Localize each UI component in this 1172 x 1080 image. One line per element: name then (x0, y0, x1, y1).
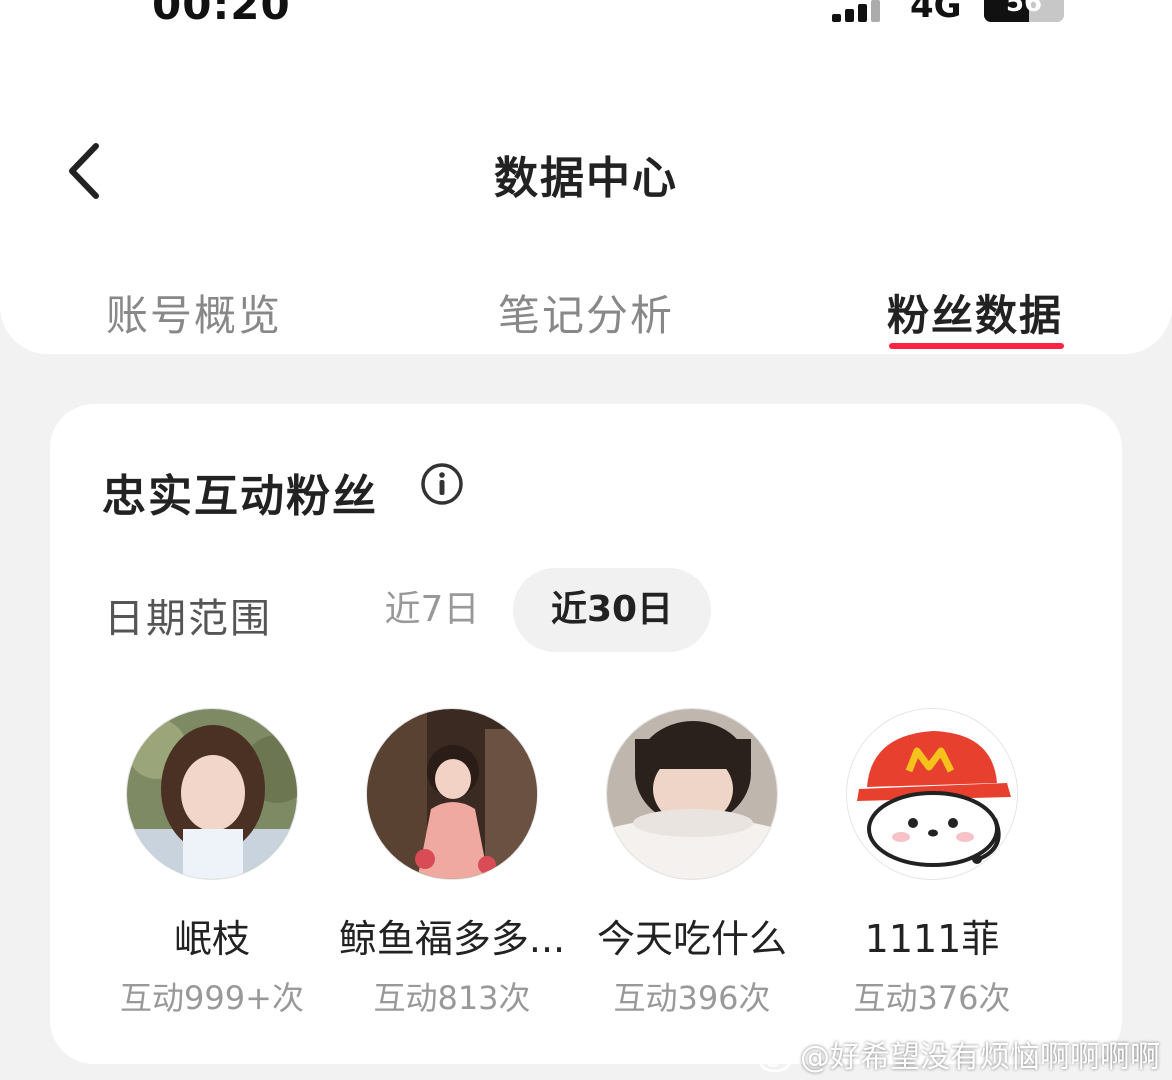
loyal-fans-card: 忠实互动粉丝 日期范围 近7日 近30日 岷枝 互动999+次 鲸鱼福多多...… (50, 404, 1122, 1064)
status-bar: 00:20 4G 56 (0, 0, 1172, 40)
fan-name: 1111菲 (864, 917, 1000, 961)
tab-fan-data[interactable]: 粉丝数据 (887, 282, 1063, 343)
fan-name: 岷枝 (173, 917, 250, 961)
fan-item[interactable]: 岷枝 互动999+次 (92, 708, 332, 1019)
fan-item[interactable]: 1111菲 互动376次 (812, 708, 1052, 1019)
network-type: 4G (910, 0, 962, 26)
tab-account-overview[interactable]: 账号概览 (106, 282, 282, 343)
battery-level: 56 (1005, 0, 1043, 18)
section-title: 忠实互动粉丝 (102, 471, 378, 522)
header-card: 数据中心 账号概览 笔记分析 粉丝数据 (0, 40, 1172, 354)
battery-icon: 56 (984, 0, 1064, 22)
watermark: @好希望没有烦恼啊啊啊啊 (758, 1032, 1160, 1076)
tab-note-analysis[interactable]: 笔记分析 (498, 282, 674, 343)
status-time: 00:20 (152, 0, 291, 29)
avatar[interactable] (606, 708, 778, 880)
avatar[interactable] (366, 708, 538, 880)
avatar[interactable] (846, 708, 1018, 880)
fan-item[interactable]: 鲸鱼福多多... 互动813次 (332, 708, 572, 1019)
info-icon[interactable] (420, 462, 464, 506)
fan-name: 鲸鱼福多多... (338, 917, 566, 961)
active-tab-indicator (889, 343, 1064, 349)
watermark-text: @好希望没有烦恼啊啊啊啊 (800, 1040, 1160, 1075)
page-title: 数据中心 (494, 153, 678, 204)
date-range-label: 日期范围 (104, 596, 272, 642)
fan-interaction-count: 互动396次 (613, 979, 771, 1017)
weibo-logo-icon (758, 1045, 794, 1073)
avatar[interactable] (126, 708, 298, 880)
fan-interaction-count: 互动376次 (853, 979, 1011, 1017)
fan-interaction-count: 互动813次 (373, 979, 531, 1017)
fan-item[interactable]: 今天吃什么 互动396次 (572, 708, 812, 1019)
range-30-days[interactable]: 近30日 (513, 568, 711, 652)
fan-interaction-count: 互动999+次 (120, 979, 304, 1017)
signal-icon (832, 0, 892, 22)
range-7-days[interactable]: 近7日 (362, 568, 502, 652)
fan-name: 今天吃什么 (596, 917, 787, 961)
